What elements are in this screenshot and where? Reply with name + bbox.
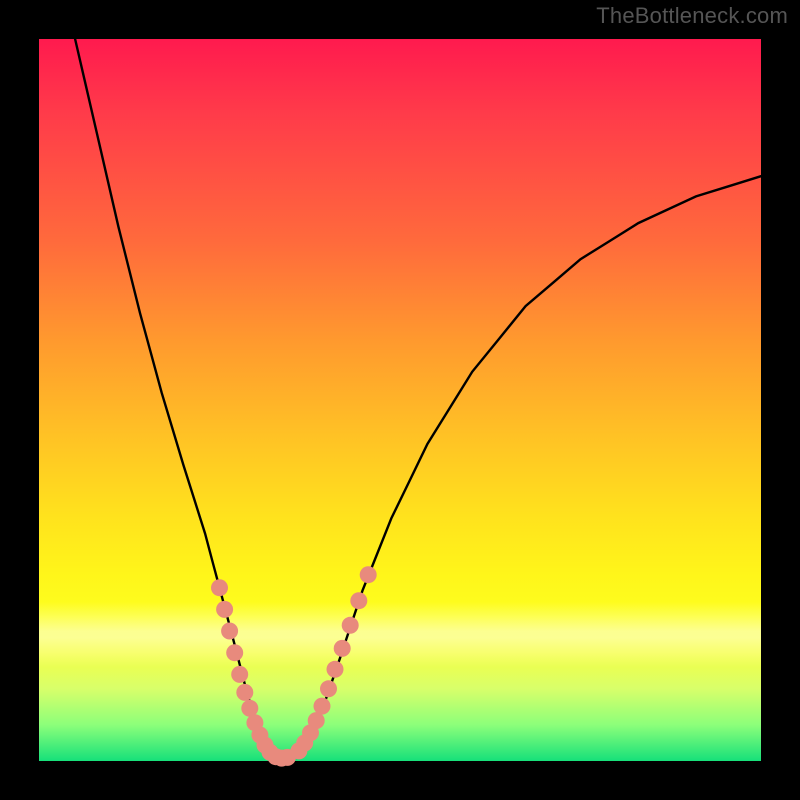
bead-marker xyxy=(342,617,359,634)
bead-marker xyxy=(314,698,331,715)
curve-layer xyxy=(39,39,761,761)
chart-frame: TheBottleneck.com xyxy=(0,0,800,800)
bead-marker xyxy=(231,666,248,683)
bottleneck-curve xyxy=(75,39,761,758)
bead-marker xyxy=(320,680,337,697)
bead-marker xyxy=(327,661,344,678)
bead-marker xyxy=(334,640,351,657)
bead-marker xyxy=(360,566,377,583)
bead-marker xyxy=(236,684,253,701)
bead-marker xyxy=(350,592,367,609)
bead-marker xyxy=(221,623,238,640)
bead-marker xyxy=(308,712,325,729)
bead-markers xyxy=(211,566,377,766)
bead-marker xyxy=(226,644,243,661)
watermark-text: TheBottleneck.com xyxy=(596,3,788,29)
bead-marker xyxy=(211,579,228,596)
plot-area xyxy=(39,39,761,761)
bead-marker xyxy=(216,601,233,618)
